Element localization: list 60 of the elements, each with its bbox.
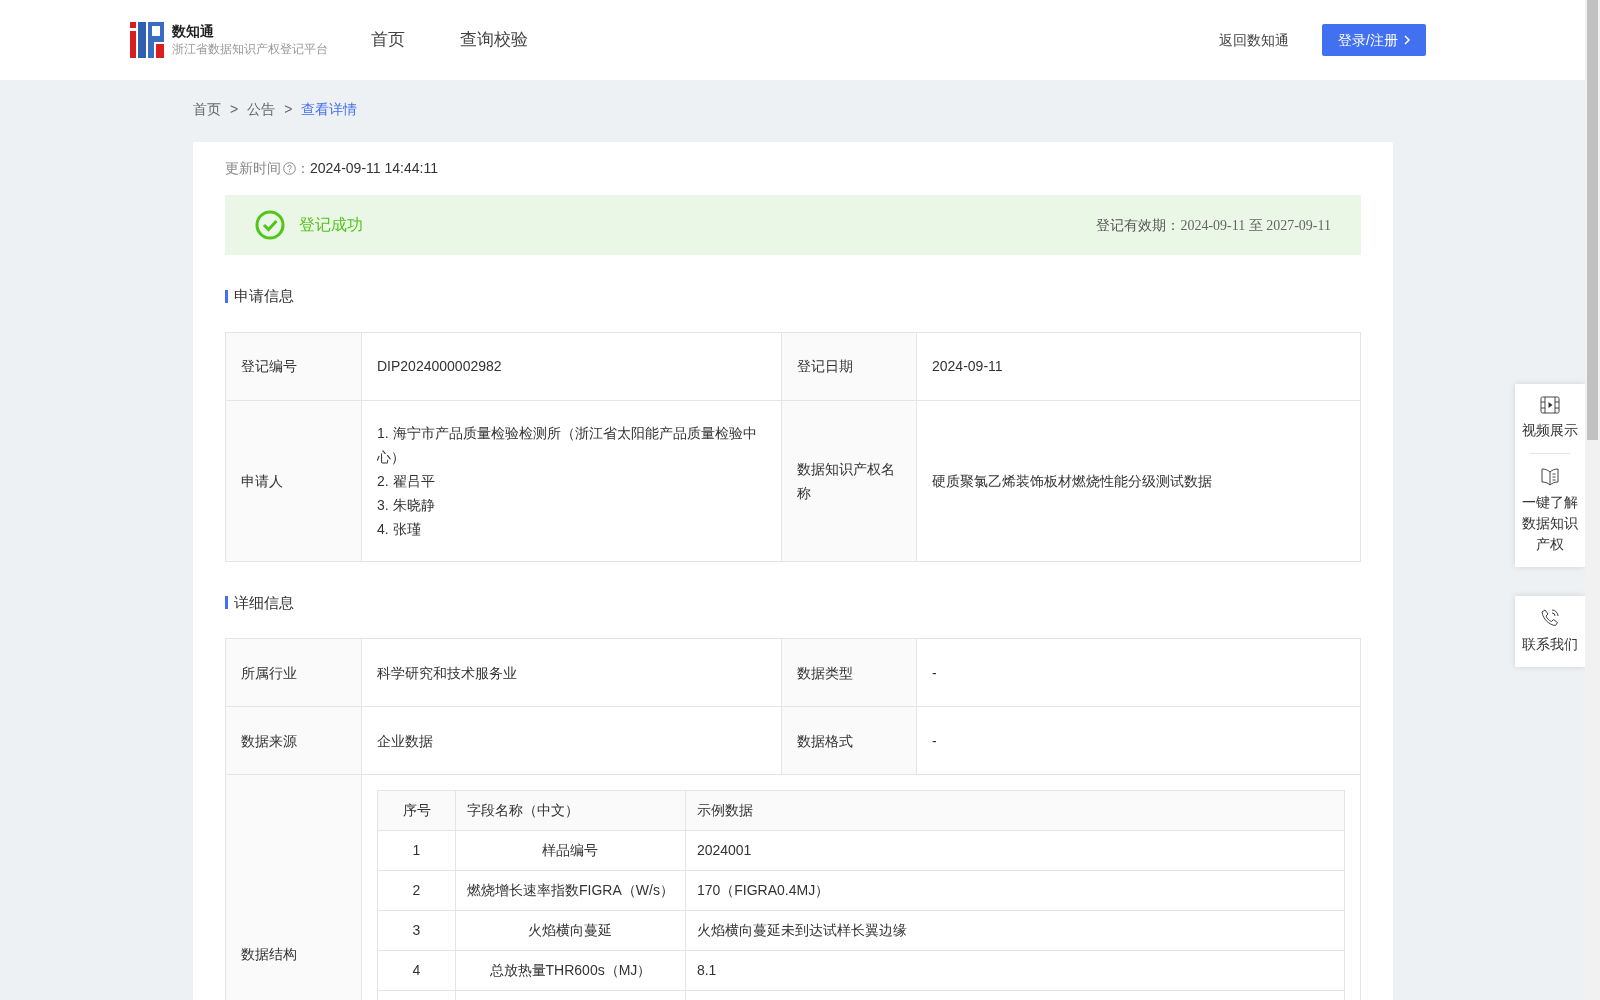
column-header: 序号 bbox=[377, 790, 456, 831]
section-title: 详细信息 bbox=[234, 592, 294, 613]
breadcrumb-separator: > bbox=[284, 101, 293, 117]
brand-subtitle: 浙江省数据知识产权登记平台 bbox=[172, 41, 328, 58]
table-cell: 燃烧增长速率指数FIGRA（W/s） bbox=[455, 870, 686, 911]
breadcrumb-link[interactable]: 首页 bbox=[193, 101, 221, 117]
check-circle-icon bbox=[255, 210, 285, 240]
label-cell: 登记编号 bbox=[226, 332, 362, 401]
table-cell: 2 bbox=[377, 870, 456, 911]
update-time: 2024-09-11 14:44:11 bbox=[310, 159, 438, 178]
table-cell: 火焰横向蔓延 bbox=[455, 910, 686, 951]
label-cell: 数据知识产权名称 bbox=[782, 400, 917, 562]
help-icon[interactable] bbox=[283, 162, 296, 175]
value-cell: - bbox=[917, 707, 1361, 775]
update-label: 更新时间 bbox=[225, 159, 281, 178]
section-title: 申请信息 bbox=[234, 286, 294, 306]
label-cell: 所属行业 bbox=[226, 639, 362, 707]
column-header: 示例数据 bbox=[685, 790, 1345, 831]
value-cell: 2024-09-11 bbox=[917, 332, 1361, 401]
value-cell: 硬质聚氯乙烯装饰板材燃烧性能分级测试数据 bbox=[917, 400, 1361, 562]
table-cell: 8.1 bbox=[685, 950, 1345, 991]
column-header: 字段名称（中文） bbox=[455, 790, 686, 831]
login-button[interactable]: 登录/注册 bbox=[1322, 24, 1426, 56]
back-link[interactable]: 返回数知通 bbox=[1219, 29, 1290, 51]
table-cell: 总放热量THR600s（MJ） bbox=[455, 950, 686, 991]
table-cell: 170（FIGRA0.4MJ） bbox=[685, 870, 1345, 911]
side-menu-item[interactable]: 视频展示 bbox=[1515, 384, 1585, 453]
validity-label: 登记有效期： bbox=[1096, 216, 1181, 233]
phone-icon bbox=[1540, 608, 1560, 628]
label-cell: 登记日期 bbox=[782, 332, 917, 401]
chevron-right-icon bbox=[1404, 35, 1410, 45]
film-icon bbox=[1540, 396, 1560, 414]
breadcrumb-link[interactable]: 查看详情 bbox=[301, 101, 358, 117]
side-menu-item[interactable]: 联系我们 bbox=[1515, 596, 1585, 667]
table-cell: 1 bbox=[377, 830, 456, 871]
label-cell: 数据类型 bbox=[782, 639, 917, 707]
table-cell: 火焰横向蔓延未到达试样长翼边缘 bbox=[685, 910, 1345, 951]
label-cell: 数据来源 bbox=[226, 707, 362, 775]
value-cell: - bbox=[917, 639, 1361, 707]
nav-link[interactable]: 查询校验 bbox=[446, 27, 542, 53]
table-cell: 3 bbox=[377, 910, 456, 951]
table-cell: 2024001 bbox=[685, 830, 1345, 871]
breadcrumb-link[interactable]: 公告 bbox=[247, 101, 276, 117]
status-label: 登记成功 bbox=[299, 215, 363, 235]
label-cell: 申请人 bbox=[226, 400, 362, 562]
label-cell: 数据格式 bbox=[782, 707, 917, 775]
colon-text: ： bbox=[296, 159, 310, 178]
table-cell: 4 bbox=[377, 950, 456, 991]
logo-icon bbox=[130, 22, 164, 58]
table-cell: 样品编号 bbox=[455, 830, 686, 871]
brand-name: 数知通 bbox=[172, 22, 215, 40]
scrollbar-thumb[interactable] bbox=[1587, 0, 1598, 440]
nav-link[interactable]: 首页 bbox=[357, 27, 419, 53]
section-marker bbox=[225, 289, 228, 303]
breadcrumb-separator: > bbox=[230, 101, 239, 117]
section-marker bbox=[225, 596, 228, 610]
side-menu-item[interactable]: 一键了解数据知识产权 bbox=[1515, 454, 1585, 567]
label-cell: 数据结构 bbox=[226, 775, 362, 1000]
book-icon bbox=[1540, 466, 1560, 486]
validity-dates: 2024-09-11 至 2027-09-11 bbox=[1180, 217, 1331, 233]
